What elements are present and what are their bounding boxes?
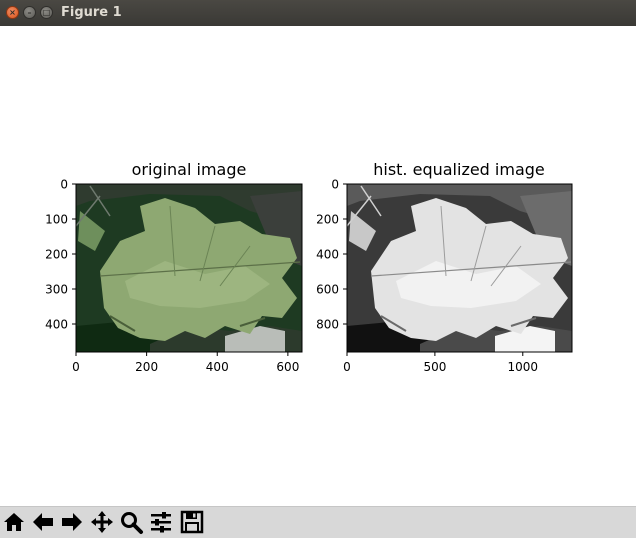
ytick-label: 300 — [45, 283, 68, 297]
save-button[interactable] — [179, 509, 205, 535]
back-button[interactable] — [30, 509, 56, 535]
xtick-label: 600 — [276, 360, 299, 374]
maximize-window-button[interactable]: □ — [40, 6, 53, 19]
move-icon — [91, 511, 113, 533]
xtick-label: 400 — [206, 360, 229, 374]
configure-subplots-button[interactable] — [148, 509, 174, 535]
sliders-icon — [151, 512, 171, 533]
xtick-label: 0 — [72, 360, 80, 374]
xtick-label: 200 — [135, 360, 158, 374]
figure-svg: original image 0 200 400 600 0 100 200 300 400 — [45, 160, 573, 374]
axes-original-image: original image 0 200 400 600 0 100 200 300 400 — [45, 160, 303, 374]
arrow-right-icon — [62, 513, 82, 531]
axes-equalized-image: hist. equalized image 0 500 1000 0 200 400 600… — [316, 160, 573, 374]
navigation-toolbar — [0, 506, 636, 538]
maximize-icon: □ — [42, 8, 51, 17]
equalized-image-picture — [347, 184, 572, 352]
ytick-label: 200 — [45, 248, 68, 262]
xtick-label: 500 — [423, 360, 446, 374]
ytick-label: 600 — [316, 283, 339, 297]
window-titlebar: × – □ Figure 1 — [0, 0, 636, 26]
forward-button[interactable] — [59, 509, 85, 535]
figure-canvas[interactable]: original image 0 200 400 600 0 100 200 300 400 — [0, 26, 636, 506]
ytick-label: 400 — [316, 248, 339, 262]
xtick-label: 0 — [343, 360, 351, 374]
ytick-label: 400 — [45, 318, 68, 332]
axes-title-equalized: hist. equalized image — [373, 160, 545, 179]
ytick-label: 0 — [60, 178, 68, 192]
minimize-window-button[interactable]: – — [23, 6, 36, 19]
zoom-button[interactable] — [118, 509, 144, 535]
xtick-label: 1000 — [508, 360, 539, 374]
ytick-label: 100 — [45, 213, 68, 227]
close-icon: × — [9, 8, 16, 17]
ytick-label: 0 — [331, 178, 339, 192]
magnifier-icon — [121, 512, 143, 534]
arrow-left-icon — [33, 513, 53, 531]
close-window-button[interactable]: × — [6, 6, 19, 19]
axes-title-original: original image — [132, 160, 247, 179]
home-button[interactable] — [1, 509, 27, 535]
minimize-icon: – — [27, 8, 32, 17]
home-icon — [4, 513, 24, 531]
window-title: Figure 1 — [61, 5, 122, 20]
ytick-label: 800 — [316, 318, 339, 332]
ytick-label: 200 — [316, 213, 339, 227]
pan-button[interactable] — [89, 509, 115, 535]
original-image-picture — [76, 184, 302, 352]
floppy-icon — [180, 510, 204, 534]
